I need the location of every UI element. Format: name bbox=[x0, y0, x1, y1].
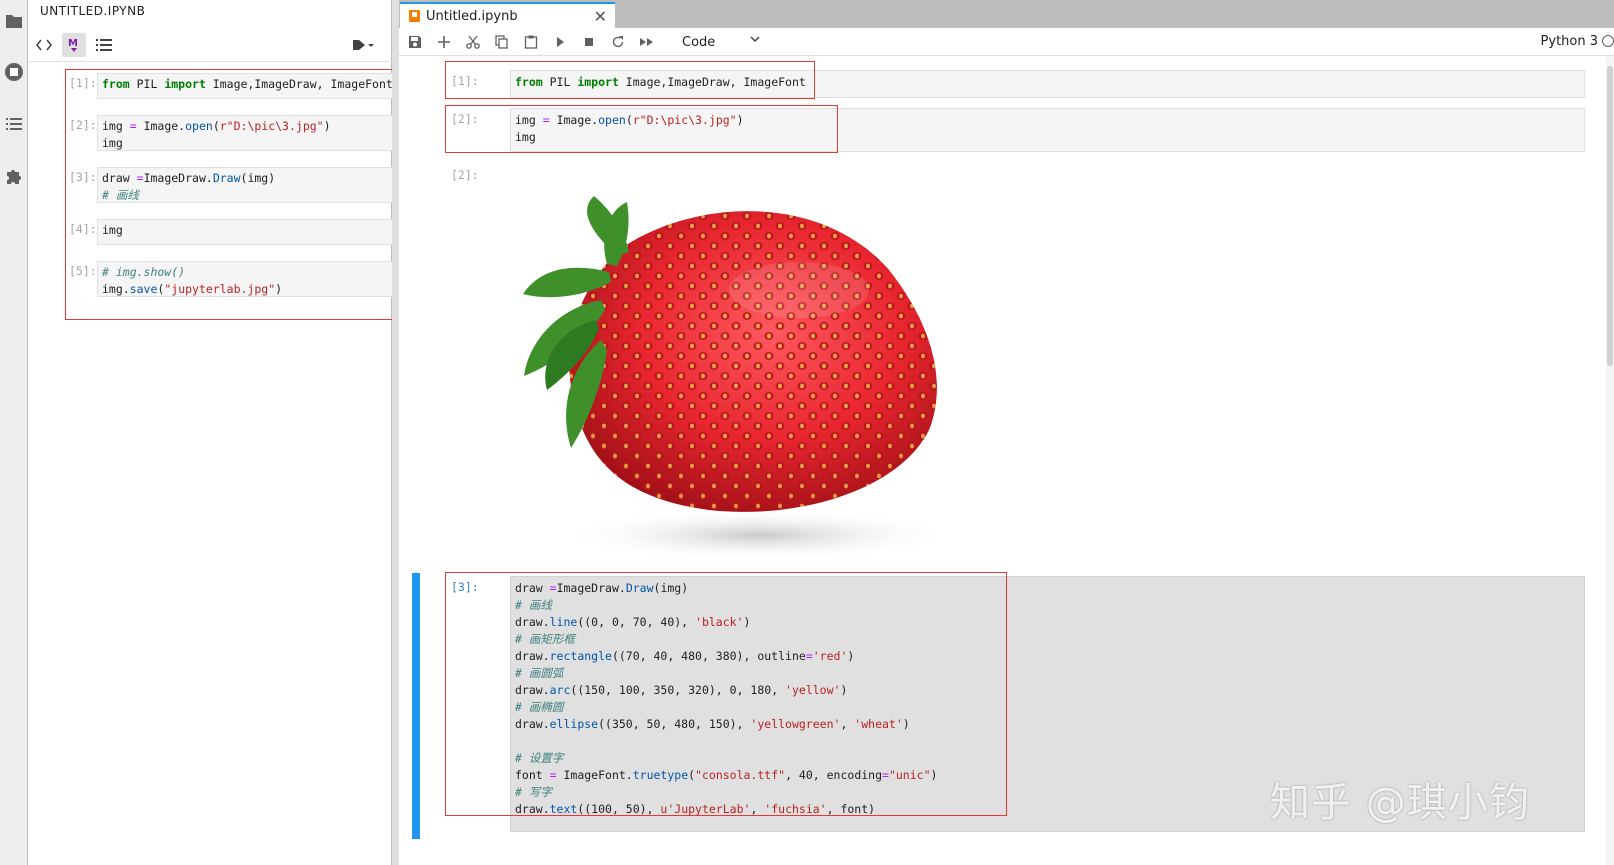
list-item[interactable]: [5]: # img.show() img.save("jupyterlab.j… bbox=[66, 261, 410, 297]
active-cell-indicator bbox=[412, 573, 420, 839]
cell-prompt: [1]: bbox=[451, 74, 479, 88]
kernel-status-icon bbox=[1602, 35, 1614, 47]
copy-icon[interactable] bbox=[492, 32, 512, 52]
cell-code: # img.show() img.save("jupyterlab.jpg") bbox=[97, 261, 403, 297]
list-item[interactable]: [4]: img bbox=[66, 219, 410, 245]
cell-code: from PIL import Image,ImageDraw, ImageFo… bbox=[97, 73, 403, 99]
code-icon[interactable] bbox=[32, 33, 56, 57]
cut-icon[interactable] bbox=[463, 32, 483, 52]
property-inspector-panel: UNTITLED.IPYNB M [1]: from PIL import Im… bbox=[28, 0, 411, 865]
paste-icon[interactable] bbox=[521, 32, 541, 52]
cell-overview-list: [1]: from PIL import Image,ImageDraw, Im… bbox=[65, 69, 411, 320]
cell-code: img bbox=[97, 219, 403, 245]
panel-splitter[interactable] bbox=[392, 0, 399, 865]
stop-icon[interactable] bbox=[579, 32, 599, 52]
running-icon[interactable] bbox=[3, 61, 25, 83]
notebook-cells: [1]: from PIL import Image,ImageDraw, Im… bbox=[399, 56, 1614, 865]
close-icon[interactable]: ✕ bbox=[594, 7, 607, 26]
output-prompt: [2]: bbox=[451, 168, 479, 182]
chevron-down-icon[interactable] bbox=[749, 33, 761, 49]
cell-prompt: [1]: bbox=[69, 76, 97, 90]
cell-prompt: [3]: bbox=[451, 580, 479, 594]
run-icon[interactable] bbox=[550, 32, 570, 52]
save-icon[interactable] bbox=[405, 32, 425, 52]
scrollbar[interactable] bbox=[1606, 56, 1614, 865]
add-cell-icon[interactable] bbox=[434, 32, 454, 52]
numbered-list-icon[interactable] bbox=[92, 33, 116, 57]
code-cell-1[interactable]: [1]: from PIL import Image,ImageDraw, Im… bbox=[433, 70, 1601, 98]
tab-untitled-ipynb[interactable]: Untitled.ipynb ✕ bbox=[400, 2, 615, 28]
tab-label: Untitled.ipynb bbox=[426, 8, 518, 24]
cell-code: draw =ImageDraw.Draw(img) # 画线 bbox=[97, 167, 403, 203]
cell-prompt: [3]: bbox=[69, 170, 97, 184]
tab-bar: Untitled.ipynb ✕ bbox=[399, 0, 1614, 28]
markdown-icon[interactable]: M bbox=[62, 33, 86, 57]
svg-text:M: M bbox=[68, 38, 78, 49]
activity-bar bbox=[0, 0, 28, 865]
list-item[interactable]: [3]: draw =ImageDraw.Draw(img) # 画线 bbox=[66, 167, 410, 203]
scroll-thumb[interactable] bbox=[1607, 66, 1613, 366]
notebook-toolbar: Code Python 3 bbox=[399, 28, 1614, 56]
watermark: 知乎 @琪小钧 bbox=[1270, 780, 1530, 826]
cell-code: img = Image.open(r"D:\pic\3.jpg") img bbox=[97, 115, 403, 151]
cell-prompt: [4]: bbox=[69, 222, 97, 236]
cell-prompt: [5]: bbox=[69, 264, 97, 278]
list-item[interactable]: [2]: img = Image.open(r"D:\pic\3.jpg") i… bbox=[66, 115, 410, 151]
cell-prompt: [2]: bbox=[69, 118, 97, 132]
code-cell-2[interactable]: [2]: img = Image.open(r"D:\pic\3.jpg") i… bbox=[433, 108, 1601, 152]
cell-editor[interactable]: img = Image.open(r"D:\pic\3.jpg") img bbox=[510, 108, 1585, 152]
fast-forward-icon[interactable] bbox=[637, 32, 657, 52]
cell-prompt: [2]: bbox=[451, 112, 479, 126]
notebook-icon bbox=[409, 10, 420, 22]
kernel-name[interactable]: Python 3 bbox=[1541, 34, 1598, 49]
panel-title: UNTITLED.IPYNB bbox=[40, 4, 146, 18]
panel-toolbar: M bbox=[28, 28, 392, 62]
extension-icon[interactable] bbox=[3, 165, 25, 187]
restart-icon[interactable] bbox=[608, 32, 628, 52]
cell-editor[interactable]: from PIL import Image,ImageDraw, ImageFo… bbox=[510, 70, 1585, 98]
folder-icon[interactable] bbox=[3, 10, 25, 32]
notebook-area: Untitled.ipynb ✕ Code Python 3 [1]: from… bbox=[399, 0, 1614, 865]
toc-icon[interactable] bbox=[3, 113, 25, 135]
list-item[interactable]: [1]: from PIL import Image,ImageDraw, Im… bbox=[66, 73, 410, 103]
tag-dropdown-icon[interactable] bbox=[348, 33, 378, 57]
strawberry-image bbox=[523, 196, 959, 561]
